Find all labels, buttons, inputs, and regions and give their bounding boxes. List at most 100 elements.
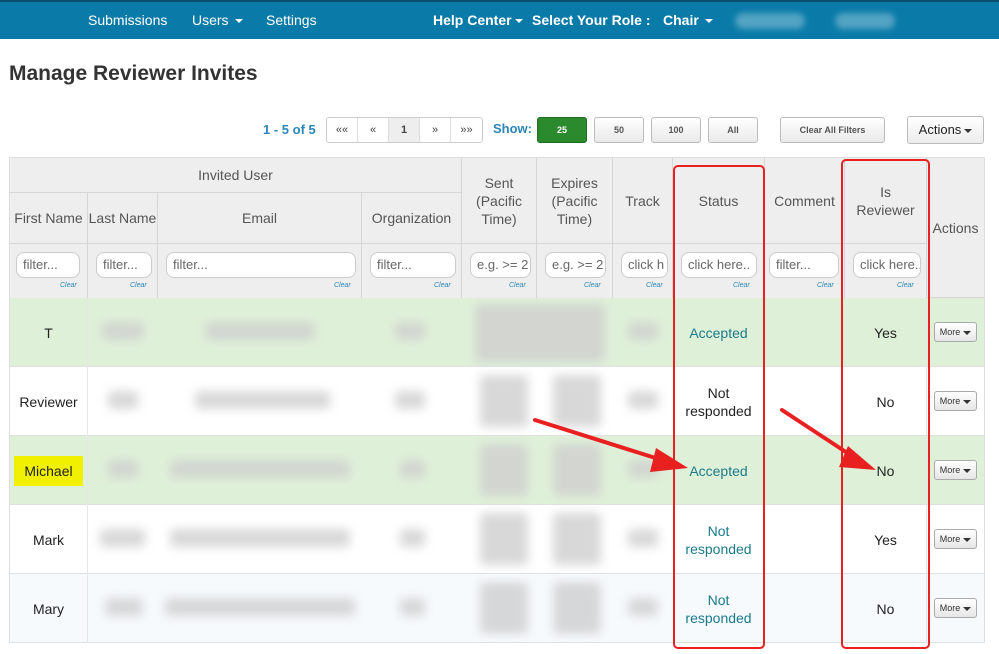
- nav-users[interactable]: Users: [192, 12, 243, 28]
- redacted-last-name: [100, 529, 145, 547]
- filter-cell-sent: e.g. >= 2 Clear: [462, 244, 537, 298]
- nav-help-center[interactable]: Help Center: [433, 12, 523, 28]
- redacted-email: [195, 391, 330, 409]
- clear-last-name-link[interactable]: Clear: [130, 282, 147, 289]
- chevron-down-icon: [964, 128, 973, 133]
- col-organization[interactable]: Organization: [362, 193, 462, 244]
- table-row: Reviewer Not responded No More: [10, 367, 984, 436]
- clear-email-link[interactable]: Clear: [334, 282, 351, 289]
- redacted-last-name: [108, 460, 138, 478]
- first-name-cell: T: [10, 298, 88, 367]
- table-row: T Accepted Yes More: [10, 298, 984, 367]
- chevron-down-icon: [234, 19, 243, 24]
- chevron-down-icon: [963, 606, 972, 611]
- nav-submissions[interactable]: Submissions: [88, 12, 167, 28]
- filter-first-name-input[interactable]: filter...: [16, 252, 80, 278]
- filter-comment-input[interactable]: filter...: [769, 252, 839, 278]
- col-expires[interactable]: Expires (Pacific Time): [537, 158, 613, 244]
- highlighted-first-name: Michael: [14, 455, 83, 486]
- show-label: Show:: [493, 121, 532, 136]
- select-role-label: Select Your Role :: [532, 12, 651, 28]
- table-row: Mark Not responded Yes More: [10, 505, 984, 574]
- filter-cell-email: filter... Clear: [158, 244, 362, 298]
- page-size-25-button[interactable]: 25: [537, 117, 587, 143]
- invited-user-group-header: Invited User: [10, 158, 462, 193]
- status-column-highlight-box: [673, 165, 765, 649]
- page-size-100-button[interactable]: 100: [651, 117, 701, 143]
- redacted-expires-date: [553, 444, 601, 496]
- clear-expires-link[interactable]: Clear: [584, 282, 601, 289]
- more-button[interactable]: More: [934, 322, 977, 342]
- redacted-sent-date: [480, 444, 528, 496]
- more-label: More: [939, 534, 961, 544]
- col-track[interactable]: Track: [613, 158, 673, 244]
- role-dropdown[interactable]: Chair: [663, 12, 713, 28]
- redacted-organization: [400, 529, 425, 547]
- first-page-button[interactable]: ««: [327, 118, 358, 142]
- filter-cell-comment: filter... Clear: [765, 244, 845, 298]
- result-count: 1 - 5 of 5: [263, 122, 316, 137]
- table-row: Mary Not responded No More: [10, 574, 984, 643]
- filter-organization-input[interactable]: filter...: [370, 252, 456, 278]
- redacted-organization: [400, 598, 425, 616]
- filter-cell-last-name: filter... Clear: [88, 244, 158, 298]
- redacted-sent-date: [480, 375, 528, 427]
- redacted-track: [628, 391, 658, 409]
- clear-sent-link[interactable]: Clear: [509, 282, 526, 289]
- more-button[interactable]: More: [934, 391, 977, 411]
- filter-track-input[interactable]: click h: [621, 252, 668, 278]
- col-actions: Actions: [927, 158, 984, 298]
- redacted-email: [170, 529, 350, 547]
- chevron-down-icon: [963, 468, 972, 473]
- actions-dropdown-button[interactable]: Actions: [907, 116, 984, 144]
- top-navbar: Submissions Users Settings Help Center S…: [0, 0, 999, 39]
- filter-email-input[interactable]: filter...: [166, 252, 356, 278]
- prev-page-button[interactable]: «: [358, 118, 389, 142]
- page-size-50-button[interactable]: 50: [594, 117, 644, 143]
- filter-sent-input[interactable]: e.g. >= 2: [470, 252, 531, 278]
- last-page-button[interactable]: »»: [451, 118, 482, 142]
- more-button[interactable]: More: [934, 529, 977, 549]
- redacted-email: [205, 322, 315, 340]
- col-last-name[interactable]: Last Name: [88, 193, 158, 244]
- page-title: Manage Reviewer Invites: [9, 62, 258, 85]
- redacted-sent-date: [480, 513, 528, 565]
- nav-settings[interactable]: Settings: [266, 12, 317, 28]
- col-sent[interactable]: Sent (Pacific Time): [462, 158, 537, 244]
- clear-all-filters-button[interactable]: Clear All Filters: [780, 117, 885, 143]
- role-value: Chair: [663, 12, 699, 28]
- clear-organization-link[interactable]: Clear: [434, 282, 451, 289]
- redacted-user-menu[interactable]: [835, 13, 895, 29]
- page-1-button[interactable]: 1: [389, 118, 420, 142]
- next-page-button[interactable]: »: [420, 118, 451, 142]
- filter-last-name-input[interactable]: filter...: [96, 252, 152, 278]
- clear-first-name-link[interactable]: Clear: [60, 282, 77, 289]
- nav-help-center-label: Help Center: [433, 12, 512, 28]
- filter-cell-expires: e.g. >= 2 Clear: [537, 244, 613, 298]
- redacted-track: [628, 529, 658, 547]
- more-label: More: [939, 465, 961, 475]
- col-first-name[interactable]: First Name: [10, 193, 88, 244]
- table-row: Michael Accepted No More: [10, 436, 984, 505]
- filter-cell-first-name: filter... Clear: [10, 244, 88, 298]
- col-comment[interactable]: Comment: [765, 158, 845, 244]
- redacted-last-name: [105, 598, 143, 616]
- redacted-user-name[interactable]: [735, 13, 805, 29]
- clear-track-link[interactable]: Clear: [646, 282, 663, 289]
- redacted-organization: [400, 460, 425, 478]
- redacted-track: [628, 460, 658, 478]
- page-size-all-button[interactable]: All: [708, 117, 758, 143]
- redacted-organization: [395, 391, 425, 409]
- more-button[interactable]: More: [934, 460, 977, 480]
- col-email[interactable]: Email: [158, 193, 362, 244]
- redacted-dates: [475, 304, 605, 362]
- pagination: «« « 1 » »»: [326, 117, 483, 143]
- chevron-down-icon: [963, 537, 972, 542]
- nav-users-label: Users: [192, 12, 229, 28]
- clear-comment-link[interactable]: Clear: [817, 282, 834, 289]
- more-button[interactable]: More: [934, 598, 977, 618]
- redacted-last-name: [102, 322, 144, 340]
- first-name-cell: Mary: [10, 574, 88, 643]
- filter-expires-input[interactable]: e.g. >= 2: [545, 252, 606, 278]
- redacted-track: [628, 598, 658, 616]
